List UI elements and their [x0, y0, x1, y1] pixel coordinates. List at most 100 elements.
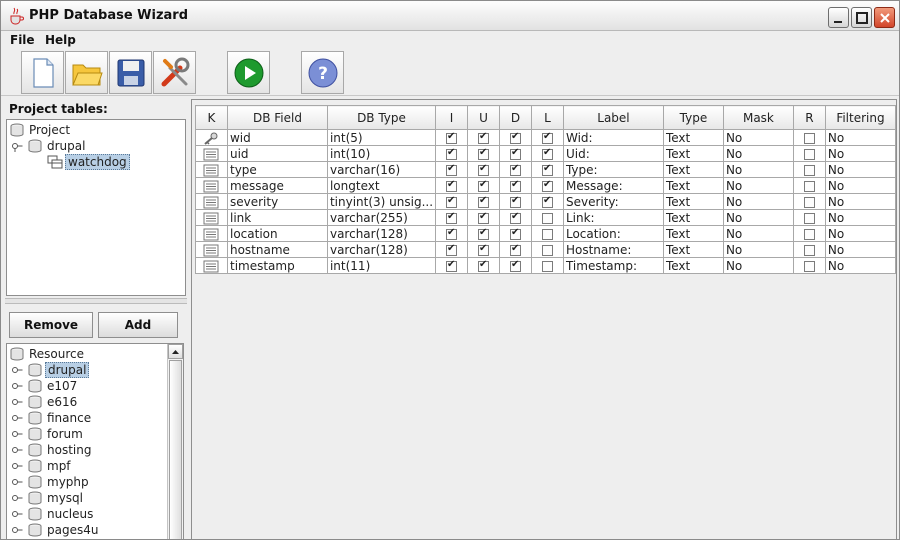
delete-checkbox[interactable]	[509, 179, 521, 192]
filtering-cell[interactable]: No	[824, 177, 897, 194]
label-cell[interactable]: Location:	[562, 225, 664, 242]
table-row[interactable]: widint(5)Wid:TextNoNo	[195, 129, 897, 146]
col-header-required[interactable]: R	[792, 105, 826, 130]
delete-checkbox[interactable]	[509, 243, 521, 256]
type-cell[interactable]: Text	[662, 193, 724, 210]
list-checkbox[interactable]	[541, 179, 553, 192]
type-cell[interactable]: Text	[662, 129, 724, 146]
resource-node[interactable]: myphp	[11, 474, 91, 490]
db-type-cell[interactable]: varchar(128)	[326, 241, 437, 258]
col-header-key[interactable]: K	[195, 105, 228, 130]
db-field-cell[interactable]: severity	[226, 193, 328, 210]
required-checkbox[interactable]	[803, 212, 815, 224]
col-header-mask[interactable]: Mask	[722, 105, 794, 130]
list-checkbox[interactable]	[541, 195, 553, 208]
resource-node[interactable]: e107	[11, 378, 79, 394]
list-checkbox[interactable]	[541, 260, 553, 272]
col-header-list[interactable]: L	[530, 105, 564, 130]
filtering-cell[interactable]: No	[824, 209, 897, 226]
mask-cell[interactable]: No	[722, 241, 794, 258]
db-type-cell[interactable]: int(10)	[326, 145, 437, 162]
scroll-thumb[interactable]	[169, 360, 182, 539]
db-type-cell[interactable]: varchar(128)	[326, 225, 437, 242]
insert-checkbox[interactable]	[446, 227, 458, 240]
db-field-cell[interactable]: location	[226, 225, 328, 242]
update-checkbox[interactable]	[478, 163, 489, 176]
add-button[interactable]: Add	[98, 312, 178, 338]
type-cell[interactable]: Text	[662, 209, 724, 226]
db-field-cell[interactable]: link	[226, 209, 328, 226]
resource-node[interactable]: mpf	[11, 458, 73, 474]
table-row[interactable]: locationvarchar(128)Location:TextNoNo	[195, 225, 897, 242]
type-cell[interactable]: Text	[662, 177, 724, 194]
insert-checkbox[interactable]	[446, 179, 458, 192]
delete-checkbox[interactable]	[509, 163, 521, 176]
label-cell[interactable]: Type:	[562, 161, 664, 178]
resource-node[interactable]: Resource	[9, 346, 86, 362]
tree-node-watchdog[interactable]: watchdog	[31, 154, 130, 170]
db-type-cell[interactable]: longtext	[326, 177, 437, 194]
db-type-cell[interactable]: int(11)	[326, 257, 437, 274]
required-checkbox[interactable]	[803, 244, 815, 256]
db-field-cell[interactable]: timestamp	[226, 257, 328, 274]
db-field-cell[interactable]: type	[226, 161, 328, 178]
resource-node[interactable]: forum	[11, 426, 85, 442]
mask-cell[interactable]: No	[722, 177, 794, 194]
resource-node[interactable]: hosting	[11, 442, 93, 458]
insert-checkbox[interactable]	[446, 259, 458, 272]
col-header-update[interactable]: U	[467, 105, 500, 130]
db-field-cell[interactable]: uid	[226, 145, 328, 162]
resource-node[interactable]: drupal	[11, 362, 90, 378]
update-checkbox[interactable]	[478, 259, 489, 272]
mask-cell[interactable]: No	[722, 209, 794, 226]
update-checkbox[interactable]	[478, 131, 489, 144]
required-checkbox[interactable]	[803, 132, 815, 144]
resource-scrollbar[interactable]	[167, 344, 183, 539]
type-cell[interactable]: Text	[662, 161, 724, 178]
label-cell[interactable]: Uid:	[562, 145, 664, 162]
update-checkbox[interactable]	[478, 227, 489, 240]
list-checkbox[interactable]	[541, 228, 553, 240]
list-checkbox[interactable]	[541, 212, 553, 224]
db-field-cell[interactable]: wid	[226, 129, 328, 146]
label-cell[interactable]: Wid:	[562, 129, 664, 146]
type-cell[interactable]: Text	[662, 257, 724, 274]
run-button[interactable]	[227, 51, 270, 94]
delete-checkbox[interactable]	[509, 147, 521, 160]
mask-cell[interactable]: No	[722, 129, 794, 146]
label-cell[interactable]: Message:	[562, 177, 664, 194]
delete-checkbox[interactable]	[509, 227, 521, 240]
insert-checkbox[interactable]	[446, 147, 458, 160]
resource-node[interactable]: pages4u	[11, 522, 100, 538]
col-header-db-field[interactable]: DB Field	[226, 105, 328, 130]
col-header-filtering[interactable]: Filtering	[824, 105, 897, 130]
filtering-cell[interactable]: No	[824, 161, 897, 178]
db-type-cell[interactable]: int(5)	[326, 129, 437, 146]
label-cell[interactable]: Timestamp:	[562, 257, 664, 274]
list-checkbox[interactable]	[541, 131, 553, 144]
resource-node[interactable]: finance	[11, 410, 93, 426]
table-row[interactable]: messagelongtextMessage:TextNoNo	[195, 177, 897, 194]
new-project-button[interactable]	[21, 51, 64, 94]
col-header-type[interactable]: Type	[662, 105, 724, 130]
insert-checkbox[interactable]	[446, 163, 458, 176]
required-checkbox[interactable]	[803, 260, 815, 272]
open-project-button[interactable]	[65, 51, 108, 94]
mask-cell[interactable]: No	[722, 193, 794, 210]
help-button[interactable]: ?	[301, 51, 344, 94]
panel-splitter[interactable]	[5, 298, 187, 304]
delete-checkbox[interactable]	[509, 259, 521, 272]
list-checkbox[interactable]	[541, 244, 553, 256]
minimize-button[interactable]	[828, 7, 849, 28]
col-header-db-type[interactable]: DB Type	[326, 105, 437, 130]
settings-tools-button[interactable]	[153, 51, 196, 94]
required-checkbox[interactable]	[803, 180, 815, 192]
resource-node[interactable]: mysql	[11, 490, 85, 506]
resource-node[interactable]: nucleus	[11, 506, 95, 522]
maximize-button[interactable]	[851, 7, 872, 28]
mask-cell[interactable]: No	[722, 161, 794, 178]
table-row[interactable]: uidint(10)Uid:TextNoNo	[195, 145, 897, 162]
delete-checkbox[interactable]	[509, 195, 521, 208]
update-checkbox[interactable]	[478, 147, 489, 160]
col-header-insert[interactable]: I	[435, 105, 469, 130]
